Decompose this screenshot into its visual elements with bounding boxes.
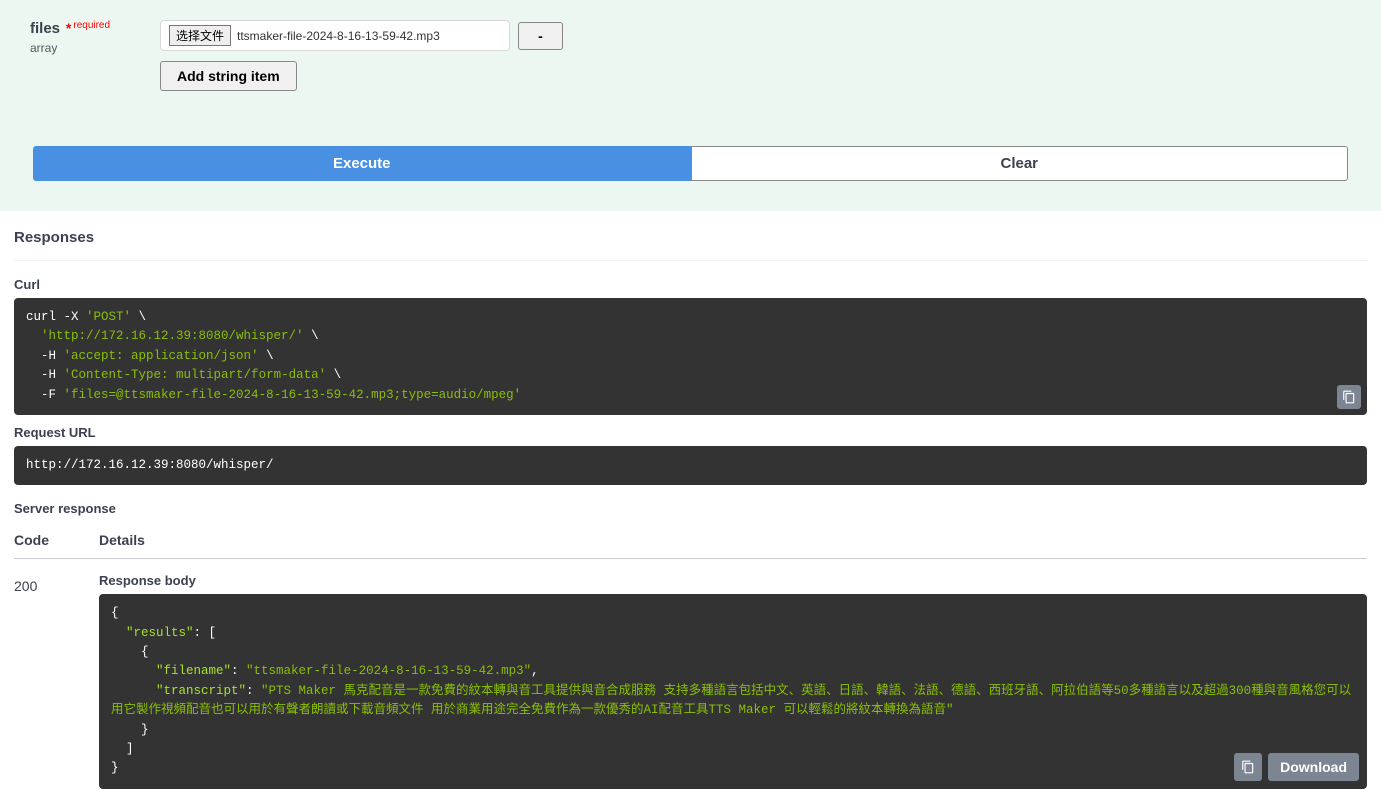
curl-pre: curl -X 'POST' \ 'http://172.16.12.39:80… <box>26 308 1355 405</box>
responses-section: Responses Curl curl -X 'POST' \ 'http://… <box>0 211 1381 801</box>
response-body-block: { "results": [ { "filename": "ttsmaker-f… <box>99 594 1367 788</box>
copy-response-button[interactable] <box>1234 753 1262 781</box>
selected-file-name: ttsmaker-file-2024-8-16-13-59-42.mp3 <box>237 29 440 43</box>
param-input-area: 选择文件 ttsmaker-file-2024-8-16-13-59-42.mp… <box>160 20 563 91</box>
param-name-line: files *required <box>30 20 140 37</box>
status-code: 200 <box>14 573 99 788</box>
clipboard-icon <box>1241 760 1255 774</box>
request-url-block: http://172.16.12.39:8080/whisper/ <box>14 446 1367 485</box>
execute-button[interactable]: Execute <box>33 146 691 181</box>
response-body-label: Response body <box>99 573 1367 588</box>
choose-file-button[interactable]: 选择文件 <box>169 25 231 46</box>
curl-block: curl -X 'POST' \ 'http://172.16.12.39:80… <box>14 298 1367 415</box>
divider <box>14 260 1367 261</box>
clear-button[interactable]: Clear <box>691 146 1349 181</box>
param-name: files <box>30 20 60 37</box>
response-details: Response body { "results": [ { "filename… <box>99 573 1367 788</box>
request-url-label: Request URL <box>14 425 1367 440</box>
curl-label: Curl <box>14 277 1367 292</box>
responses-title: Responses <box>14 229 1367 246</box>
param-label-block: files *required array <box>30 20 140 91</box>
required-text: required <box>73 20 110 31</box>
param-type: array <box>30 41 140 55</box>
param-row-files: files *required array 选择文件 ttsmaker-file… <box>30 20 1351 91</box>
download-button[interactable]: Download <box>1268 753 1359 781</box>
file-input[interactable]: 选择文件 ttsmaker-file-2024-8-16-13-59-42.mp… <box>160 20 510 51</box>
code-column-header: Code <box>14 532 99 548</box>
response-table-header: Code Details <box>14 522 1367 559</box>
add-string-item-button[interactable]: Add string item <box>160 61 297 91</box>
clipboard-icon <box>1342 390 1356 404</box>
copy-curl-button[interactable] <box>1337 385 1361 409</box>
request-url-value: http://172.16.12.39:8080/whisper/ <box>26 456 1355 475</box>
remove-item-button[interactable]: - <box>518 22 563 50</box>
response-row: 200 Response body { "results": [ { "file… <box>14 573 1367 788</box>
details-column-header: Details <box>99 532 1367 548</box>
action-button-row: Execute Clear <box>30 146 1351 181</box>
file-input-row: 选择文件 ttsmaker-file-2024-8-16-13-59-42.mp… <box>160 20 563 51</box>
parameters-panel: files *required array 选择文件 ttsmaker-file… <box>0 0 1381 211</box>
server-response-label: Server response <box>14 501 1367 516</box>
response-actions: Download <box>1234 753 1359 781</box>
response-body-pre: { "results": [ { "filename": "ttsmaker-f… <box>111 604 1355 778</box>
required-star: * <box>62 20 71 36</box>
